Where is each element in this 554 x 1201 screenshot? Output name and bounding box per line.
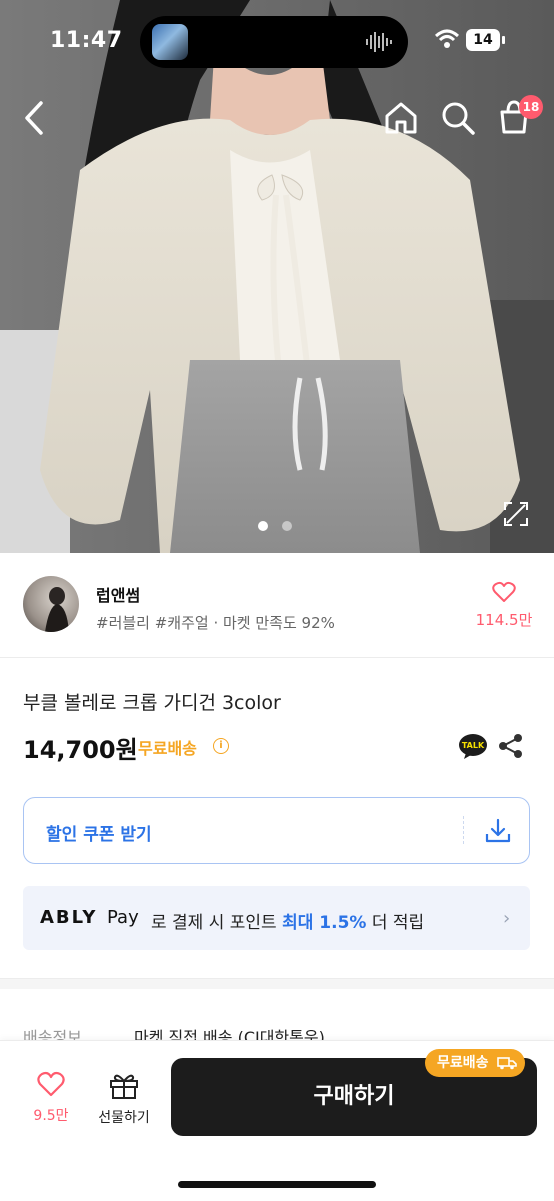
home-indicator xyxy=(178,1181,376,1188)
product-title: 부클 볼레로 크롭 가디건 3color xyxy=(23,692,281,714)
gallery-dot[interactable] xyxy=(282,521,292,531)
chevron-right-icon: › xyxy=(503,908,511,929)
kakao-talk-icon[interactable]: TALK xyxy=(458,733,488,759)
ably-pay-text-post: 더 적립 xyxy=(366,913,425,933)
status-time: 11:47 xyxy=(50,28,123,53)
like-count: 9.5만 xyxy=(33,1108,69,1124)
wifi-icon xyxy=(434,29,460,48)
ably-pay-text-pre: 로 결제 시 포인트 xyxy=(151,913,283,933)
ably-pay-banner[interactable]: ABLY Pay 로 결제 시 포인트 최대 1.5% 더 적립 › xyxy=(23,886,530,950)
gallery-dot-active[interactable] xyxy=(258,521,268,531)
coupon-download-button[interactable]: 할인 쿠폰 받기 xyxy=(23,797,530,864)
heart-outline-icon xyxy=(492,581,516,602)
like-button[interactable]: 9.5만 xyxy=(24,1071,78,1125)
battery-nub xyxy=(502,36,505,44)
gift-label: 선물하기 xyxy=(98,1110,150,1126)
dynamic-island xyxy=(140,16,408,68)
gift-button[interactable]: 선물하기 xyxy=(92,1071,156,1127)
seller-like-button[interactable]: 114.5만 xyxy=(474,581,534,630)
cart-count-badge: 18 xyxy=(519,95,543,119)
download-icon xyxy=(485,818,511,843)
audio-wave-icon xyxy=(366,32,392,52)
search-icon[interactable] xyxy=(440,100,476,136)
free-shipping-badge: 무료배송 xyxy=(425,1049,525,1077)
product-photo xyxy=(0,0,554,553)
now-playing-thumbnail xyxy=(152,24,188,60)
share-icon[interactable] xyxy=(498,733,524,759)
back-arrow-icon[interactable] xyxy=(22,100,46,136)
seller-tags: #러블리 #캐주얼 · 마켓 만족도 92% xyxy=(96,614,335,632)
free-shipping-badge-label: 무료배송 xyxy=(437,1055,489,1071)
coupon-label: 할인 쿠폰 받기 xyxy=(46,825,152,845)
home-icon[interactable] xyxy=(383,100,419,136)
expand-icon[interactable] xyxy=(503,501,529,527)
section-divider xyxy=(0,978,554,989)
truck-icon xyxy=(497,1057,517,1070)
seller-name[interactable]: 럽앤썸 xyxy=(96,582,140,606)
seller-section[interactable]: 럽앤썸 #러블리 #캐주얼 · 마켓 만족도 92% 114.5만 xyxy=(0,553,554,658)
ably-pay-label: Pay xyxy=(107,907,139,928)
seller-like-count: 114.5만 xyxy=(475,611,533,629)
gift-icon xyxy=(110,1074,138,1099)
coupon-divider xyxy=(463,816,464,844)
svg-text:TALK: TALK xyxy=(462,741,485,750)
product-image-gallery[interactable]: 11:47 14 18 xyxy=(0,0,554,553)
ably-pay-highlight: 최대 1.5% xyxy=(282,913,367,933)
ably-pay-message: 로 결제 시 포인트 최대 1.5% 더 적립 xyxy=(151,908,424,933)
heart-outline-icon xyxy=(37,1071,65,1097)
gallery-page-indicator xyxy=(258,516,306,535)
ably-logo: ABLY xyxy=(40,907,98,928)
info-icon[interactable]: i xyxy=(213,738,229,754)
seller-avatar[interactable] xyxy=(23,576,79,632)
seller-avatar-image xyxy=(45,587,69,632)
battery-level: 14 xyxy=(466,29,500,51)
free-shipping-label: 무료배송 xyxy=(138,739,197,758)
product-price: 14,700원 xyxy=(23,736,138,764)
bottom-action-bar: 9.5만 선물하기 구매하기 무료배송 xyxy=(0,1040,554,1201)
